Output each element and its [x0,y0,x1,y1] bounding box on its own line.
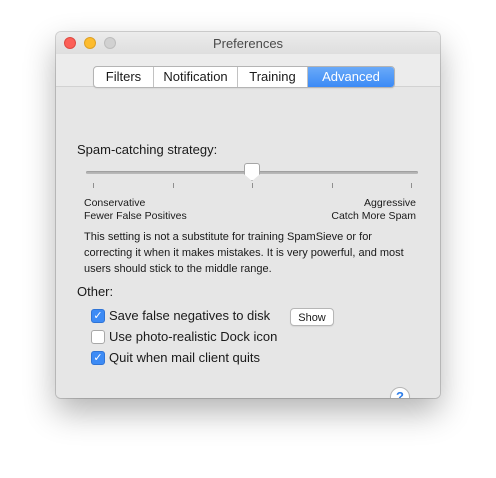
catch-more-spam-label: Catch More Spam [331,210,416,222]
quit-with-mail-client-label[interactable]: Quit when mail client quits [109,350,260,365]
quit-with-mail-client-checkbox[interactable]: ✓ [91,351,105,365]
save-false-negatives-label[interactable]: Save false negatives to disk [109,308,270,323]
checkmark-icon: ✓ [93,310,103,322]
slider-tick [173,183,174,188]
tab-filters[interactable]: Filters [94,67,154,87]
photo-realistic-dock-icon-label[interactable]: Use photo-realistic Dock icon [109,329,277,344]
preferences-tabs: Filters Notification Training Advanced [93,66,395,88]
question-mark-icon: ? [396,389,404,398]
tab-advanced[interactable]: Advanced [308,67,394,87]
other-heading: Other: [77,284,114,299]
help-button[interactable]: ? [390,387,410,398]
strategy-slider-knob[interactable] [244,163,260,181]
slider-tick [411,183,412,188]
fewer-false-positives-label: Fewer False Positives [84,210,187,222]
window-title: Preferences [212,36,284,51]
slider-tick [332,183,333,188]
show-button[interactable]: Show [290,308,334,326]
tab-training[interactable]: Training [238,67,308,87]
advanced-pane: Spam-catching strategy: Conservative Few… [56,86,440,398]
conservative-label: Conservative [84,197,146,209]
strategy-description: This setting is not a substitute for tra… [84,231,404,275]
preferences-window: Preferences Spam-catching strategy: Cons… [56,32,440,398]
photo-realistic-dock-icon-checkbox[interactable] [91,330,105,344]
aggressive-label: Aggressive [364,197,416,209]
checkmark-icon: ✓ [93,352,103,364]
tab-notification[interactable]: Notification [154,67,238,87]
save-false-negatives-checkbox[interactable]: ✓ [91,309,105,323]
slider-tick [252,183,253,188]
strategy-heading: Spam-catching strategy: [77,142,218,157]
slider-tick [93,183,94,188]
title-bar[interactable]: Preferences [56,32,440,54]
